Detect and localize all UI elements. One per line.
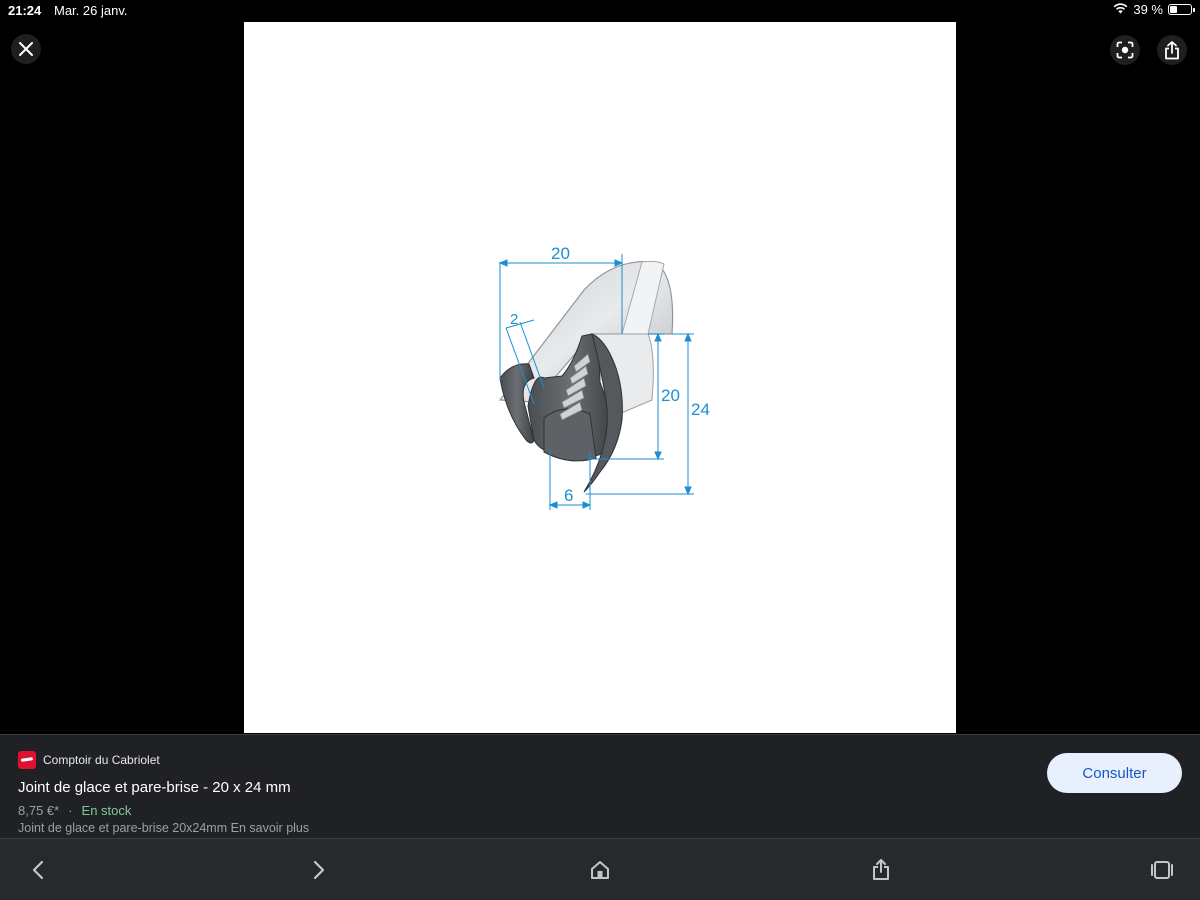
battery-percent: 39 % (1133, 2, 1163, 17)
back-icon (32, 860, 44, 880)
home-icon (591, 861, 609, 879)
share-button[interactable] (866, 855, 896, 885)
dimension-total: 24 (691, 400, 710, 419)
share-button-top[interactable] (1157, 35, 1187, 65)
close-button[interactable] (11, 34, 41, 64)
consult-button[interactable]: Consulter (1047, 753, 1182, 793)
home-button[interactable] (585, 855, 615, 885)
price: 8,75 €* (18, 803, 60, 818)
back-button[interactable] (23, 855, 53, 885)
image-viewer: 20 2 20 24 6 (0, 22, 1200, 734)
status-right: 39 % (1113, 2, 1195, 17)
dimension-thickness: 2 (510, 311, 518, 328)
close-icon (19, 42, 33, 56)
browser-toolbar (0, 838, 1200, 900)
lens-button[interactable] (1110, 35, 1140, 65)
product-image[interactable]: 20 2 20 24 6 (244, 22, 956, 733)
share-icon (1165, 40, 1179, 59)
status-bar: 21:24 Mar. 26 janv. 39 % (0, 0, 1200, 22)
site-favicon-icon (18, 751, 36, 769)
dimension-top: 20 (551, 244, 570, 263)
status-time: 21:24 (8, 3, 42, 18)
stock-status: En stock (81, 803, 132, 818)
wifi-icon (1113, 2, 1128, 17)
product-description[interactable]: Joint de glace et pare-brise 20x24mm En … (18, 821, 309, 835)
source[interactable]: Comptoir du Cabriolet (18, 751, 160, 769)
source-name: Comptoir du Cabriolet (43, 753, 160, 767)
share-icon (873, 859, 889, 880)
result-info-panel: Comptoir du Cabriolet Joint de glace et … (0, 734, 1200, 838)
seal-base (543, 408, 597, 462)
battery-fill (1170, 6, 1177, 13)
product-meta: 8,75 €* · En stock (18, 803, 131, 818)
product-title[interactable]: Joint de glace et pare-brise - 20 x 24 m… (18, 779, 291, 796)
tabs-button[interactable] (1147, 855, 1177, 885)
battery-icon (1168, 4, 1195, 15)
forward-icon (313, 860, 325, 880)
meta-separator: · (68, 803, 73, 818)
status-date: Mar. 26 janv. (54, 3, 128, 18)
lens-icon (1116, 41, 1134, 59)
dimension-bottom: 6 (564, 486, 573, 505)
dimension-inner: 20 (661, 386, 680, 405)
forward-button[interactable] (304, 855, 334, 885)
seal-profile-diagram: 20 2 20 24 6 (498, 244, 710, 510)
tabs-icon (1151, 861, 1173, 879)
